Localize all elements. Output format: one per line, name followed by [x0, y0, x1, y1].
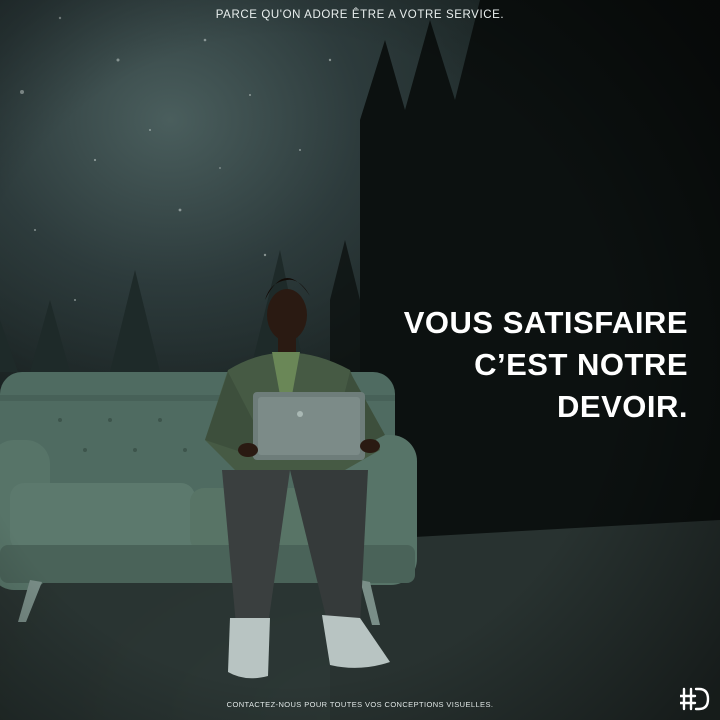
headline: VOUS SATISFAIRE C’EST NOTRE DEVOIR.	[404, 302, 688, 428]
tagline: PARCE QU'ON ADORE ÊTRE A VOTRE SERVICE.	[215, 9, 505, 21]
poster: PARCE QU'ON ADORE ÊTRE A VOTRE SERVICE. …	[0, 0, 720, 720]
headline-line-3: DEVOIR.	[557, 389, 688, 424]
headline-line-2: C’EST NOTRE	[474, 347, 688, 382]
hd-monogram-logo-icon	[680, 687, 710, 711]
footer-contact-note: CONTACTEZ-NOUS POUR TOUTES VOS CONCEPTIO…	[226, 700, 494, 709]
headline-line-1: VOUS SATISFAIRE	[403, 305, 688, 340]
